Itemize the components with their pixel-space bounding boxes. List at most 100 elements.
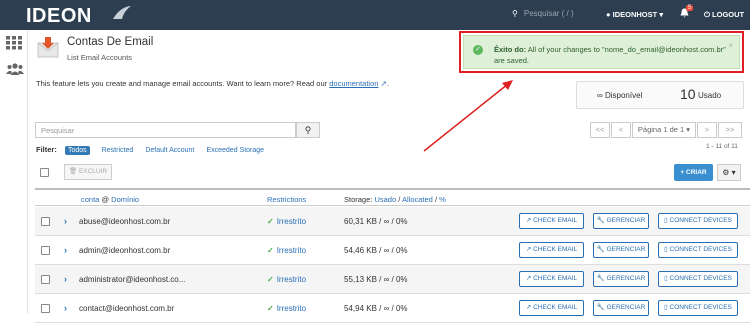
pager-last[interactable]: >> [718,122,742,138]
check-email-button[interactable]: ↗ CHECK EMAIL [519,242,584,258]
header-used[interactable]: Usado [374,195,396,204]
external-link-icon: ↗ [525,246,532,253]
header-domain[interactable]: Domínio [111,195,139,204]
check-circle-icon: ✓ [473,45,483,55]
connect-devices-button[interactable]: ▯ CONNECT DEVICES [658,271,738,287]
header-account[interactable]: conta [81,195,99,204]
check-email-button[interactable]: ↗ CHECK EMAIL [519,213,584,229]
mobile-icon: ▯ [664,246,668,253]
check-email-label: CHECK EMAIL [533,217,578,224]
header-storage: Storage: [344,195,373,204]
table-header: conta @ Domínio Restrictions Storage: Us… [35,188,750,206]
close-icon[interactable]: × [728,41,733,50]
sidebar [0,30,28,314]
external-link-icon: ↗ [525,275,532,282]
search-button[interactable]: ⚲ [296,122,320,138]
row-email: contact@ideonhost.com.br [79,304,175,313]
manage-label: GERENCIAR [606,304,646,311]
column-restrictions[interactable]: Restrictions [267,195,306,204]
expand-chevron-icon[interactable]: › [64,245,67,255]
header-percent[interactable]: % [439,195,446,204]
manage-label: GERENCIAR [606,275,646,282]
filter-restricted[interactable]: Restricted [102,147,134,154]
header-allocated[interactable]: Allocated [402,195,433,204]
connect-devices-label: CONNECT DEVICES [669,304,732,311]
column-account[interactable]: conta @ Domínio [81,195,139,204]
select-all-checkbox[interactable] [40,168,49,177]
row-storage: 55,13 KB / ∞ / 0% [344,275,408,284]
table-row: › administrator@ideonhost.co... ✓ Irrestrit… [35,265,750,294]
pager-next[interactable]: > [697,122,717,138]
pager-prev[interactable]: < [611,122,631,138]
expand-chevron-icon[interactable]: › [64,303,67,313]
table-row: › abuse@ideonhost.com.br ✓ Irrestrito 60,31 … [35,207,750,236]
column-storage: Storage: Usado / Allocated / % [344,195,446,204]
search-input[interactable]: Pesquisar [35,122,296,138]
check-icon: ✓ [267,217,274,226]
row-restriction[interactable]: ✓ Irrestrito [267,304,306,313]
row-storage: 60,31 KB / ∞ / 0% [344,217,408,226]
check-icon: ✓ [267,246,274,255]
expand-chevron-icon[interactable]: › [64,274,67,284]
check-email-button[interactable]: ↗ CHECK EMAIL [519,271,584,287]
logout-label: LOGOUT [712,10,745,19]
wrench-icon: 🔧 [596,275,605,282]
connect-devices-button[interactable]: ▯ CONNECT DEVICES [658,242,738,258]
users-icon[interactable] [6,63,24,75]
settings-dropdown[interactable]: ⚙ ▾ [717,164,741,181]
grid-icon[interactable] [6,36,22,50]
top-search[interactable]: ⚲ Pesquisar ( / ) [512,9,574,18]
row-restriction[interactable]: ✓ Irrestrito [267,217,306,226]
connect-devices-label: CONNECT DEVICES [669,246,732,253]
search-icon: ⚲ [304,125,312,135]
manage-button[interactable]: 🔧 GERENCIAR [593,271,649,287]
filter-all[interactable]: Todos [64,146,90,155]
check-email-label: CHECK EMAIL [533,304,578,311]
filter-default-account[interactable]: Default Account [145,147,194,154]
row-email: admin@ideonhost.com.br [79,246,171,255]
connect-devices-label: CONNECT DEVICES [669,217,732,224]
documentation-link[interactable]: documentation [329,79,378,88]
intro-end: . [386,79,389,88]
alert-message: Êxito do: All of your changes to "nome_d… [494,44,729,66]
used-label: Usado [698,91,722,100]
row-checkbox[interactable] [41,246,50,255]
row-restriction-label: Irrestrito [276,217,307,226]
check-email-label: CHECK EMAIL [533,275,578,282]
logo[interactable]: IDEON [26,5,92,28]
external-link-icon: ↗ [525,304,532,311]
row-checkbox[interactable] [41,275,50,284]
filter-bar: Filter: Todos Restricted Default Account… [36,145,274,155]
available-label: Disponível [604,91,643,100]
pager-first[interactable]: << [590,122,610,138]
intro-text: This feature lets you create and manage … [36,79,389,88]
delete-button[interactable]: 🗑 EXCLUIR [64,164,112,180]
external-link-icon: ↗ [525,217,532,224]
manage-button[interactable]: 🔧 GERENCIAR [593,242,649,258]
trash-icon: 🗑 [68,168,78,175]
row-restriction[interactable]: ✓ Irrestrito [267,246,306,255]
page-subtitle: List Email Accounts [67,53,133,62]
pager-page-select[interactable]: Página 1 de 1 ▾ [632,122,696,138]
user-menu[interactable]: ● IDEONHOST ▾ [606,10,663,19]
pager-page-label: Página 1 de 1 [637,125,685,134]
filter-exceeded-storage[interactable]: Exceeded Storage [206,147,264,154]
connect-devices-button[interactable]: ▯ CONNECT DEVICES [658,213,738,229]
create-button[interactable]: + CRIAR [674,164,713,181]
row-restriction[interactable]: ✓ Irrestrito [267,275,306,284]
logout-button[interactable]: ⏻ LOGOUT [704,10,744,20]
manage-button[interactable]: 🔧 GERENCIAR [593,213,649,229]
header-restrictions[interactable]: Restrictions [267,195,306,204]
notification-badge: 5 [686,5,694,11]
row-checkbox[interactable] [41,217,50,226]
wrench-icon: 🔧 [596,217,605,224]
search-icon: ⚲ [512,9,518,18]
manage-label: GERENCIAR [606,217,646,224]
row-email: abuse@ideonhost.com.br [79,217,171,226]
page-title: Contas De Email [67,36,154,48]
expand-chevron-icon[interactable]: › [64,216,67,226]
used-count: 10 [680,86,696,102]
row-checkbox[interactable] [41,304,50,313]
header-sep2: / [434,195,438,204]
wrench-icon: 🔧 [596,246,605,253]
